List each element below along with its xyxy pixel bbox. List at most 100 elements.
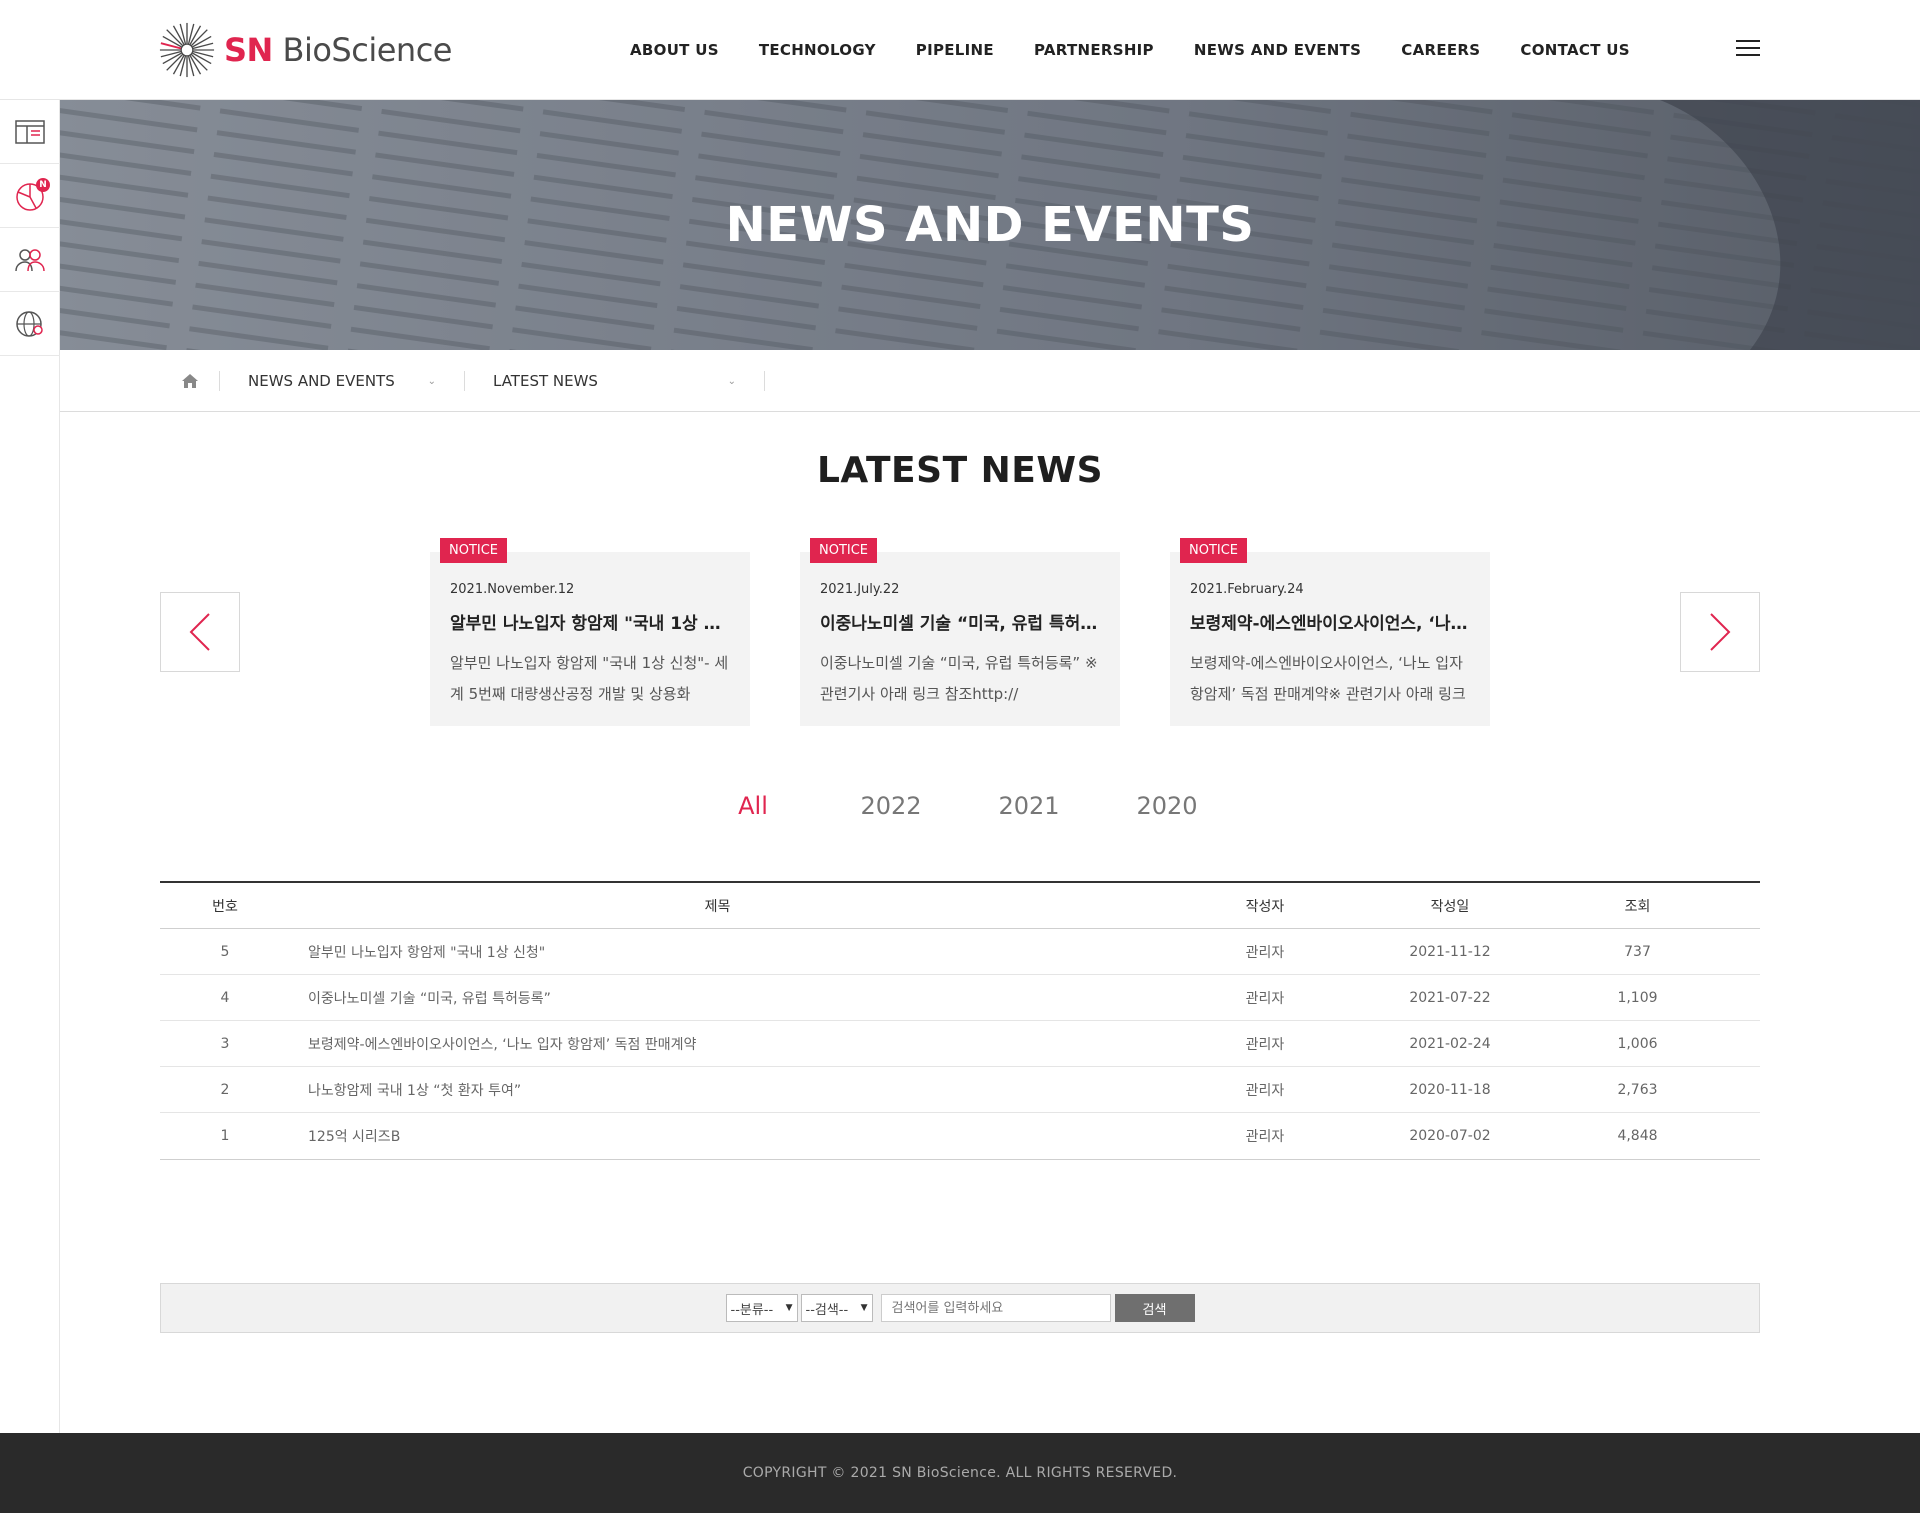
hero-title: NEWS AND EVENTS <box>725 197 1255 253</box>
row-views: 4,848 <box>1617 1128 1658 1144</box>
quick-sidebar: N <box>0 100 60 1433</box>
notice-badge: NOTICE <box>1180 538 1248 563</box>
category-select-value: --분류-- <box>730 1302 774 1318</box>
table-row[interactable]: 5 알부민 나노입자 항암제 "국내 1상 신청" 관리자 2021-11-12… <box>160 929 1760 975</box>
chevron-right-icon <box>1710 613 1731 651</box>
logo-burst-icon <box>159 22 215 78</box>
notice-badge: NOTICE <box>440 538 508 563</box>
header-date: 작성일 <box>1430 898 1470 915</box>
news-card[interactable]: NOTICE 2021.July.22 이중나노미셀 기술 “미국, 유럽 특허… <box>800 538 1120 726</box>
table-row[interactable]: 2 나노항암제 국내 1상 “첫 환자 투여” 관리자 2020-11-18 2… <box>160 1067 1760 1113</box>
row-date: 2021-02-24 <box>1409 1035 1491 1052</box>
tab-2022[interactable]: 2022 <box>822 792 960 820</box>
chevron-left-icon <box>189 613 210 651</box>
row-views: 1,109 <box>1617 989 1658 1006</box>
field-select-value: --검색-- <box>805 1302 849 1318</box>
news-card[interactable]: NOTICE 2021.February.24 보령제약-에스엔바이오사이언스,… <box>1170 538 1490 726</box>
notice-badge: NOTICE <box>810 538 878 563</box>
header-writer: 작성자 <box>1245 898 1285 915</box>
card-title: 이중나노미셀 기술 “미국, 유럽 특허등록” <box>820 614 1105 634</box>
row-views: 2,763 <box>1617 1081 1658 1098</box>
nav-pipeline[interactable]: PIPELINE <box>916 41 994 59</box>
table-row[interactable]: 4 이중나노미셀 기술 “미국, 유럽 특허등록” 관리자 2021-07-22… <box>160 975 1760 1021</box>
home-icon[interactable] <box>160 371 220 391</box>
row-writer: 관리자 <box>1245 944 1285 961</box>
nav-contact-us[interactable]: CONTACT US <box>1520 41 1629 59</box>
slider-prev-button[interactable] <box>160 592 240 672</box>
row-title-link[interactable]: 알부민 나노입자 항암제 "국내 1상 신청" <box>290 942 1145 962</box>
chevron-down-icon: ▼ <box>860 1303 868 1313</box>
site-header: SN BioScience ABOUT US TECHNOLOGY PIPELI… <box>0 0 1920 100</box>
breadcrumb-level2-dropdown[interactable]: LATEST NEWS ⌄ <box>465 371 765 391</box>
sidebar-item-people[interactable] <box>0 228 60 292</box>
site-footer: COPYRIGHT © 2021 SN BioScience. ALL RIGH… <box>0 1433 1920 1513</box>
card-description: 이중나노미셀 기술 “미국, 유럽 특허등록” ※ 관련기사 아래 링크 참조h… <box>820 654 1098 703</box>
search-input[interactable] <box>880 1294 1111 1322</box>
row-views: 737 <box>1624 943 1651 960</box>
house-icon <box>181 374 198 388</box>
row-no: 5 <box>220 943 230 960</box>
card-date: 2021.July.22 <box>820 582 900 597</box>
card-title: 보령제약-에스엔바이오사이언스, ‘나노 입자 항암제’ <box>1190 614 1475 634</box>
logo-text: SN BioScience <box>224 31 452 69</box>
logo-rest: BioScience <box>282 31 453 69</box>
breadcrumb-level1-dropdown[interactable]: NEWS AND EVENTS ⌄ <box>220 371 465 391</box>
row-writer: 관리자 <box>1245 1036 1285 1053</box>
chevron-down-icon: ⌄ <box>427 375 436 387</box>
nav-partnership[interactable]: PARTNERSHIP <box>1034 41 1154 59</box>
breadcrumb-level1-label: NEWS AND EVENTS <box>248 372 395 390</box>
row-date: 2020-11-18 <box>1409 1081 1491 1098</box>
card-description: 알부민 나노입자 항암제 "국내 1상 신청"- 세계 5번째 대량생산공정 개… <box>450 654 729 703</box>
tab-2021[interactable]: 2021 <box>960 792 1098 820</box>
nav-technology[interactable]: TECHNOLOGY <box>759 41 876 59</box>
sidebar-item-layout[interactable] <box>0 100 60 164</box>
header-title: 제목 <box>704 898 731 915</box>
row-no: 1 <box>220 1128 230 1144</box>
hero-banner: NEWS AND EVENTS <box>60 100 1920 350</box>
tab-2020[interactable]: 2020 <box>1098 792 1236 820</box>
row-no: 3 <box>220 1035 230 1052</box>
field-select[interactable]: --검색-- ▼ <box>800 1294 873 1322</box>
people-icon <box>15 248 45 271</box>
news-table: 번호 제목 작성자 작성일 조회 5 알부민 나노입자 항암제 "국내 1상 신… <box>160 881 1760 1160</box>
card-date: 2021.November.12 <box>450 582 575 597</box>
logo[interactable]: SN BioScience <box>158 20 452 80</box>
row-title-link[interactable]: 보령제약-에스엔바이오사이언스, ‘나노 입자 항암제’ 독점 판매계약 <box>290 1034 1145 1054</box>
category-select[interactable]: --분류-- ▼ <box>725 1294 798 1322</box>
menu-hamburger-icon[interactable] <box>1736 40 1760 60</box>
year-tabs: All 2022 2021 2020 <box>60 792 1860 820</box>
row-title-link[interactable]: 125억 시리즈B <box>290 1126 1145 1146</box>
breadcrumb-level2-label: LATEST NEWS <box>493 372 598 390</box>
nav-careers[interactable]: CAREERS <box>1401 41 1480 59</box>
header-views: 조회 <box>1624 898 1651 915</box>
nav-about-us[interactable]: ABOUT US <box>630 41 719 59</box>
row-title-link[interactable]: 이중나노미셀 기술 “미국, 유럽 특허등록” <box>290 988 1145 1008</box>
layout-icon <box>15 119 45 144</box>
news-card[interactable]: NOTICE 2021.November.12 알부민 나노입자 항암제 "국내… <box>430 538 750 726</box>
copyright-text: COPYRIGHT © 2021 SN BioScience. ALL RIGH… <box>742 1465 1178 1481</box>
nav-news-and-events[interactable]: NEWS AND EVENTS <box>1194 41 1361 59</box>
table-row[interactable]: 3 보령제약-에스엔바이오사이언스, ‘나노 입자 항암제’ 독점 판매계약 관… <box>160 1021 1760 1067</box>
row-title-link[interactable]: 나노항암제 국내 1상 “첫 환자 투여” <box>290 1080 1145 1100</box>
logo-accent: SN <box>224 31 273 69</box>
search-bar: --분류-- ▼ --검색-- ▼ 검색 <box>160 1283 1760 1333</box>
card-description: 보령제약-에스엔바이오사이언스, ‘나노 입자 항암제’ 독점 판매계약※ 관련… <box>1190 654 1466 703</box>
main-nav: ABOUT US TECHNOLOGY PIPELINE PARTNERSHIP… <box>610 0 1650 100</box>
sidebar-item-pipeline[interactable]: N <box>0 164 60 228</box>
row-date: 2020-07-02 <box>1409 1128 1491 1144</box>
card-date: 2021.February.24 <box>1190 582 1304 597</box>
sidebar-item-global[interactable] <box>0 292 60 356</box>
chevron-down-icon: ⌄ <box>727 375 736 387</box>
card-title: 알부민 나노입자 항암제 "국내 1상 신청" <box>450 614 735 634</box>
table-header: 번호 제목 작성자 작성일 조회 <box>160 883 1760 929</box>
search-button[interactable]: 검색 <box>1114 1294 1195 1322</box>
row-no: 4 <box>220 989 230 1006</box>
globe-icon <box>16 310 43 337</box>
header-no: 번호 <box>212 898 238 915</box>
table-row[interactable]: 1 125억 시리즈B 관리자 2020-07-02 4,848 <box>160 1113 1760 1159</box>
tab-all[interactable]: All <box>684 792 822 820</box>
slider-next-button[interactable] <box>1680 592 1760 672</box>
new-badge: N <box>36 178 50 192</box>
row-date: 2021-07-22 <box>1409 989 1491 1006</box>
row-no: 2 <box>220 1081 230 1098</box>
